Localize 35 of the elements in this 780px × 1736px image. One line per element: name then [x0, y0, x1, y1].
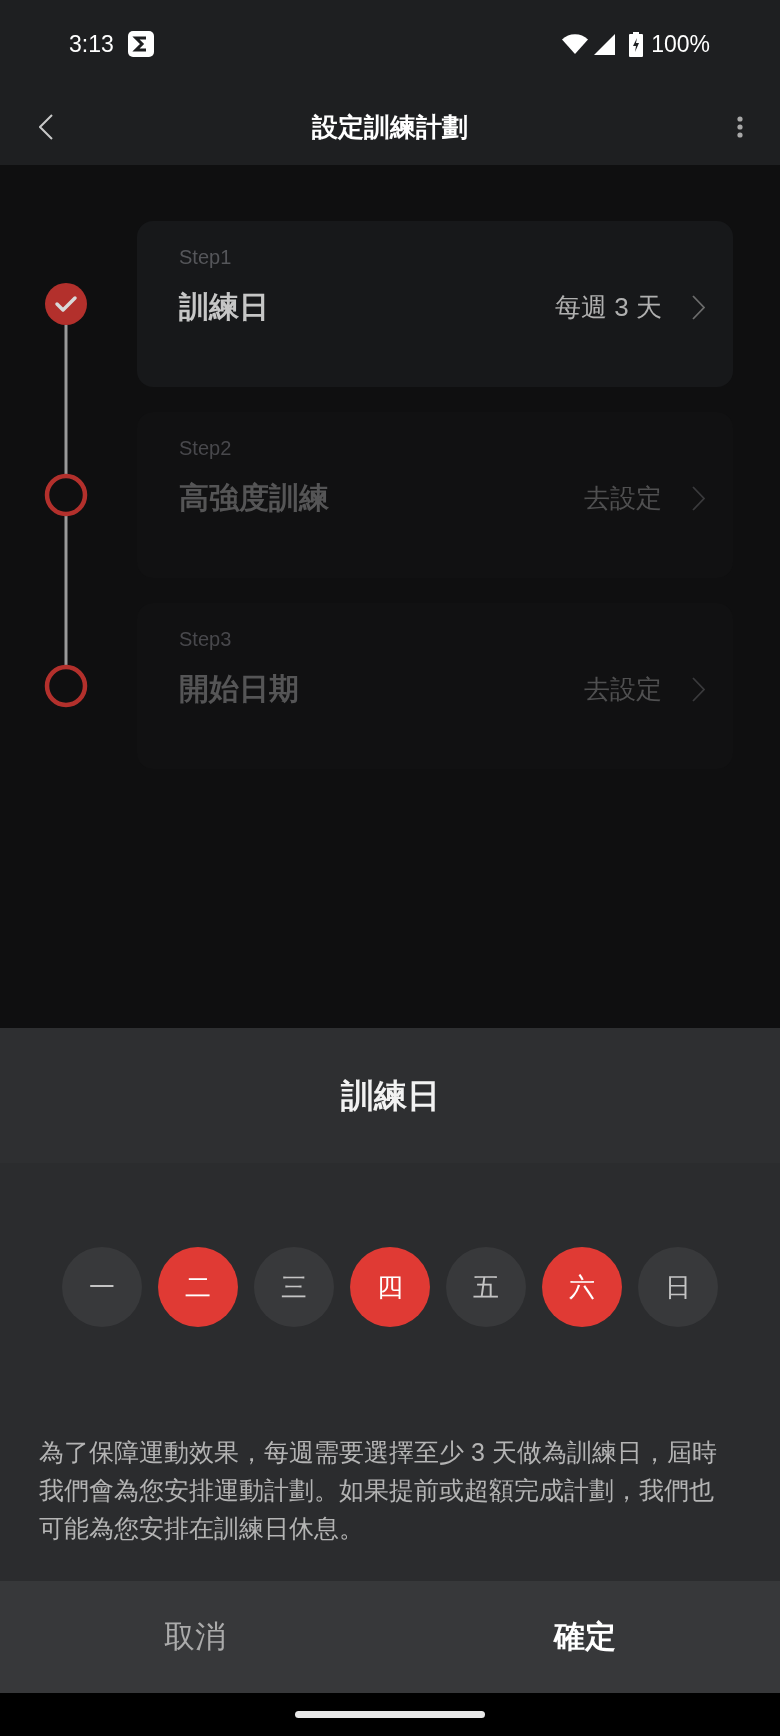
- step-value: 去設定: [584, 482, 662, 515]
- step-card[interactable]: Step1 訓練日 每週 3 天: [137, 221, 733, 387]
- battery-icon: [629, 31, 644, 57]
- more-button[interactable]: [734, 115, 746, 139]
- back-chevron-icon: [39, 114, 53, 140]
- step-title: 高強度訓練: [179, 480, 329, 516]
- step-label: Step1: [179, 245, 232, 270]
- page-title: 設定訓練計劃: [312, 110, 468, 144]
- training-day-note: 為了保障運動效果，每週需要選擇至少 3 天做為訓練日，屆時我們會為您安排運動計劃。如果提前或超額完成計劃，我們也可能為您安排在訓練日休息。: [39, 1437, 718, 1544]
- confirm-button[interactable]: 確定: [390, 1581, 780, 1693]
- chevron-right-icon: [692, 485, 705, 511]
- sigma-icon: [127, 31, 154, 57]
- signal-icon: [594, 33, 616, 55]
- cancel-button[interactable]: 取消: [0, 1581, 390, 1693]
- day-button[interactable]: 一: [62, 1247, 142, 1327]
- day-button[interactable]: 六: [542, 1247, 622, 1327]
- status-time: 3:13: [69, 29, 114, 59]
- step-label: Step2: [179, 436, 232, 461]
- chevron-right-icon: [692, 294, 705, 320]
- step-title: 開始日期: [179, 671, 299, 707]
- sheet-title: 訓練日: [340, 1075, 440, 1116]
- day-button[interactable]: 二: [158, 1247, 238, 1327]
- day-button[interactable]: 日: [638, 1247, 718, 1327]
- day-button[interactable]: 五: [446, 1247, 526, 1327]
- day-button[interactable]: 四: [350, 1247, 430, 1327]
- wifi-icon: [562, 34, 589, 54]
- more-vertical-icon: [737, 116, 743, 138]
- step-value: 去設定: [584, 673, 662, 706]
- battery-percent: 100%: [651, 29, 710, 59]
- step-label: Step3: [179, 627, 232, 652]
- step-value: 每週 3 天: [555, 291, 662, 324]
- day-button[interactable]: 三: [254, 1247, 334, 1327]
- step-title: 訓練日: [179, 289, 269, 325]
- back-button[interactable]: [36, 114, 56, 140]
- chevron-right-icon: [692, 676, 705, 702]
